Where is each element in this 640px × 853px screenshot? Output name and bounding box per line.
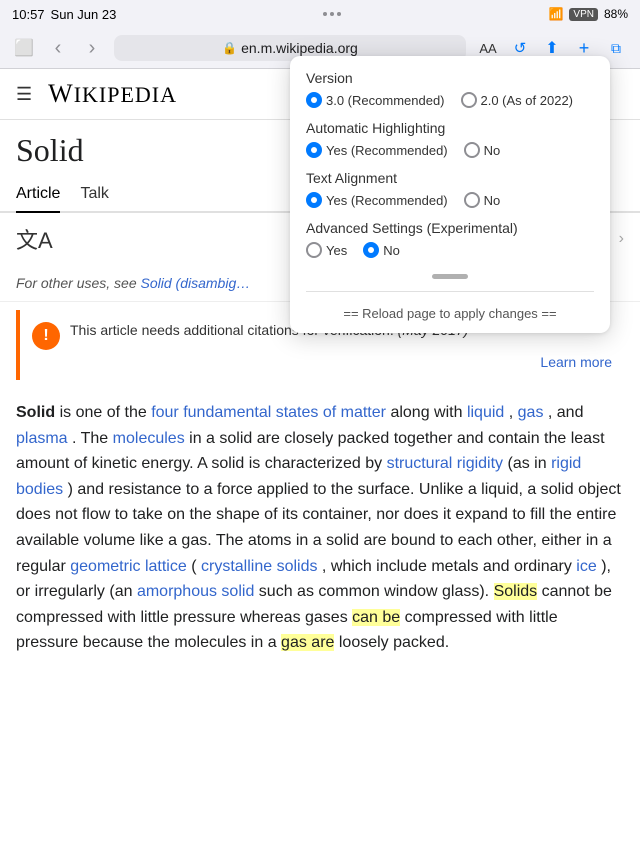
advanced-no-option[interactable]: No <box>363 242 400 258</box>
vpn-badge: VPN <box>569 8 598 21</box>
forward-button[interactable]: › <box>78 34 106 62</box>
popup-scroll-indicator <box>306 270 594 283</box>
autohighlight-no-option[interactable]: No <box>464 142 501 158</box>
radio-20-empty <box>461 92 477 108</box>
radio-ta-yes <box>306 192 322 208</box>
hamburger-menu[interactable]: ☰ <box>16 84 32 105</box>
advanced-yes-option[interactable]: Yes <box>306 242 347 258</box>
para1-the: . The <box>72 430 113 447</box>
status-bar: 10:57 Sun Jun 23 📶 VPN 88% <box>0 0 640 28</box>
lock-icon: 🔒 <box>222 41 237 55</box>
translate-icon[interactable]: 文A <box>16 223 53 255</box>
scroll-dot <box>432 274 468 279</box>
version-20-option[interactable]: 2.0 (As of 2022) <box>461 92 574 108</box>
back-button[interactable]: ‹ <box>44 34 72 62</box>
tab-talk[interactable]: Talk <box>80 177 108 211</box>
wikipedia-logo: WIKIPEDIA <box>48 79 177 109</box>
date: Sun Jun 23 <box>51 7 117 22</box>
popup-textalign-options: Yes (Recommended) No <box>306 192 594 208</box>
browser-controls: ⬜ ‹ › <box>10 34 106 62</box>
wifi-icon: 📶 <box>548 7 563 21</box>
link-crystalline-solids[interactable]: crystalline solids <box>201 558 317 575</box>
link-four-fundamental[interactable]: four fundamental states of matter <box>151 404 386 421</box>
para1-metals: , which include metals and ordinary <box>322 558 576 575</box>
popup-advanced-label: Advanced Settings (Experimental) <box>306 220 594 236</box>
textalign-no-option[interactable]: No <box>464 192 501 208</box>
popup-autohighlight-options: Yes (Recommended) No <box>306 142 594 158</box>
para1-comma2: , and <box>548 404 584 421</box>
popup-autohighlight-section: Automatic Highlighting Yes (Recommended)… <box>306 120 594 158</box>
warning-icon: ! <box>32 322 60 350</box>
popup-advanced-options: Yes No <box>306 242 594 258</box>
popup-textalign-label: Text Alignment <box>306 170 594 186</box>
link-structural-rigidity[interactable]: structural rigidity <box>387 455 503 472</box>
para1-paren1: ( <box>191 558 196 575</box>
advanced-no-label: No <box>383 243 400 258</box>
radio-adv-yes <box>306 242 322 258</box>
three-dots <box>317 4 347 24</box>
version-20-label: 2.0 (As of 2022) <box>481 93 574 108</box>
para1-comma1: , <box>509 404 518 421</box>
radio-ahl-yes <box>306 142 322 158</box>
tab-article[interactable]: Article <box>16 177 60 211</box>
autohighlight-yes-option[interactable]: Yes (Recommended) <box>306 142 448 158</box>
highlight-canbe: can be <box>352 609 400 626</box>
textalign-yes-label: Yes (Recommended) <box>326 193 448 208</box>
main-content: Solid is one of the four fundamental sta… <box>0 388 640 680</box>
radio-30-filled <box>306 92 322 108</box>
highlight-gasare: gas are <box>281 634 334 651</box>
logo-text: WIKIPEDIA <box>48 79 177 108</box>
autohighlight-no-label: No <box>484 143 501 158</box>
bold-solid: Solid <box>16 404 55 421</box>
popup-textalign-section: Text Alignment Yes (Recommended) No <box>306 170 594 208</box>
link-amorphous-solid[interactable]: amorphous solid <box>137 583 254 600</box>
intro-paragraph: Solid is one of the four fundamental sta… <box>16 400 624 656</box>
link-liquid[interactable]: liquid <box>467 404 504 421</box>
advanced-yes-label: Yes <box>326 243 347 258</box>
radio-ta-no <box>464 192 480 208</box>
textalign-yes-option[interactable]: Yes (Recommended) <box>306 192 448 208</box>
status-right: 📶 VPN 88% <box>548 7 628 21</box>
learn-more-link[interactable]: Learn more <box>32 354 612 370</box>
popup-version-section: Version 3.0 (Recommended) 2.0 (As of 202… <box>306 70 594 108</box>
popup-advanced-section: Advanced Settings (Experimental) Yes No <box>306 220 594 258</box>
popup-overlay: Version 3.0 (Recommended) 2.0 (As of 202… <box>290 56 610 333</box>
para1-along: along with <box>390 404 467 421</box>
autohighlight-yes-label: Yes (Recommended) <box>326 143 448 158</box>
radio-ahl-no <box>464 142 480 158</box>
para1-pre: is one of the <box>60 404 152 421</box>
link-gas[interactable]: gas <box>518 404 544 421</box>
popup-version-label: Version <box>306 70 594 86</box>
url-text: en.m.wikipedia.org <box>241 40 358 56</box>
popup-divider <box>306 291 594 292</box>
time: 10:57 <box>12 7 45 22</box>
popup-autohighlight-label: Automatic Highlighting <box>306 120 594 136</box>
square-icon[interactable]: ⬜ <box>10 34 38 62</box>
radio-adv-no <box>363 242 379 258</box>
textalign-no-label: No <box>484 193 501 208</box>
link-molecules[interactable]: molecules <box>113 430 185 447</box>
link-geometric-lattice[interactable]: geometric lattice <box>70 558 187 575</box>
status-left: 10:57 Sun Jun 23 <box>12 7 116 22</box>
popup-reload-text: == Reload page to apply changes == <box>306 300 594 323</box>
disambig-link[interactable]: Solid (disambig… <box>141 275 251 291</box>
version-30-option[interactable]: 3.0 (Recommended) <box>306 92 445 108</box>
battery: 88% <box>604 7 628 21</box>
popup-version-options: 3.0 (Recommended) 2.0 (As of 2022) <box>306 92 594 108</box>
disambig-prefix: For other uses, see <box>16 275 141 291</box>
version-30-label: 3.0 (Recommended) <box>326 93 445 108</box>
link-plasma[interactable]: plasma <box>16 430 68 447</box>
highlight-solids: Solids <box>494 583 538 600</box>
para1-asin: (as in <box>508 455 552 472</box>
language-arrow: › <box>619 230 624 248</box>
link-ice[interactable]: ice <box>576 558 596 575</box>
